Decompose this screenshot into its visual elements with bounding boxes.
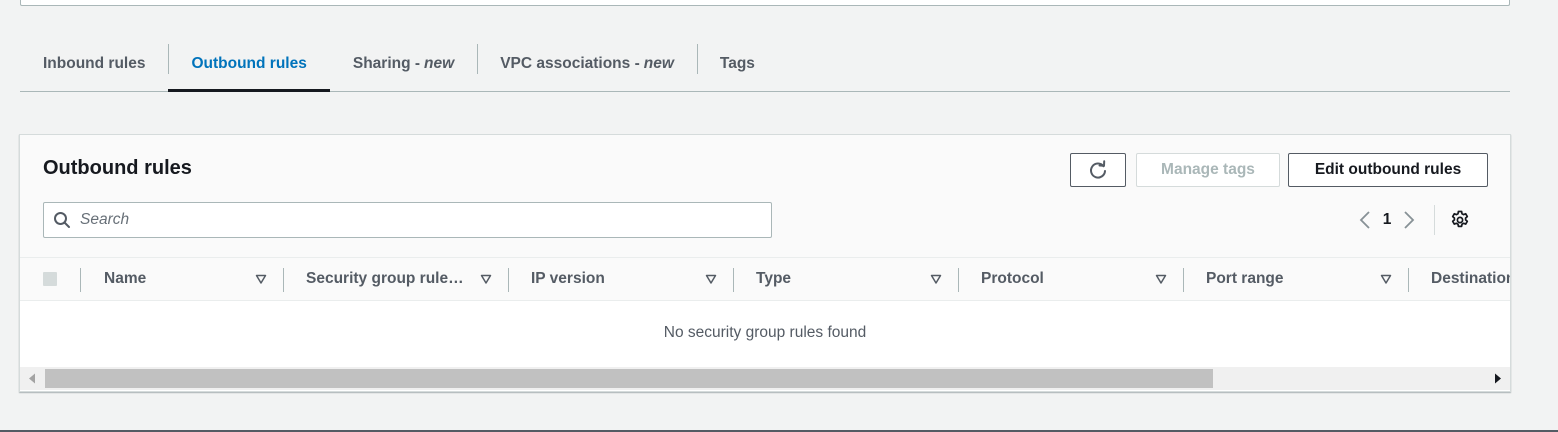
search-box <box>43 202 772 238</box>
sort-caret-down-icon[interactable] <box>480 273 492 285</box>
column-divider[interactable] <box>1408 268 1409 292</box>
column-header-security-group-rule[interactable]: Security group rule… <box>306 258 482 300</box>
pager-divider <box>1434 205 1435 235</box>
refresh-button[interactable] <box>1070 153 1126 187</box>
column-header-destination[interactable]: Destination <box>1431 258 1510 300</box>
horizontal-scrollbar[interactable] <box>20 367 1510 390</box>
tab-label: Inbound rules <box>43 54 146 72</box>
sort-caret-down-icon[interactable] <box>1380 273 1392 285</box>
manage-tags-button[interactable]: Manage tags <box>1136 153 1280 187</box>
column-divider[interactable] <box>733 268 734 292</box>
tab-inbound-rules[interactable]: Inbound rules <box>20 36 168 91</box>
table-header: Name Security group rule… IP version Typ… <box>20 257 1510 301</box>
tab-label: Outbound rules <box>191 54 307 72</box>
panel-title: Outbound rules <box>43 157 192 179</box>
scrollbar-thumb[interactable] <box>45 369 1213 388</box>
empty-state-message: No security group rules found <box>663 324 867 341</box>
outbound-rules-panel: Outbound rules Manage tags Edit outbound… <box>19 134 1511 392</box>
new-tag: new <box>643 54 674 72</box>
scroll-right-arrow-icon[interactable] <box>1494 373 1502 384</box>
tab-outbound-rules[interactable]: Outbound rules <box>168 36 331 92</box>
select-all-checkbox[interactable] <box>43 272 57 286</box>
previous-page-chevron-left-icon[interactable] <box>1350 211 1380 229</box>
sort-caret-down-icon[interactable] <box>705 273 717 285</box>
search-input[interactable] <box>80 205 771 235</box>
column-header-name[interactable]: Name <box>104 258 254 300</box>
sort-caret-down-icon[interactable] <box>930 273 942 285</box>
column-divider[interactable] <box>508 268 509 292</box>
column-header-protocol[interactable]: Protocol <box>981 258 1131 300</box>
edit-outbound-rules-button[interactable]: Edit outbound rules <box>1288 153 1488 187</box>
tab-bar: Inbound rules Outbound rules Sharing - n… <box>20 36 1510 92</box>
column-divider[interactable] <box>1183 268 1184 292</box>
scroll-left-arrow-icon[interactable] <box>28 373 36 384</box>
column-divider[interactable] <box>283 268 284 292</box>
search-icon <box>44 211 80 229</box>
new-tag: new <box>424 54 455 72</box>
sort-caret-down-icon[interactable] <box>1155 273 1167 285</box>
next-page-chevron-right-icon[interactable] <box>1394 211 1424 229</box>
column-divider[interactable] <box>958 268 959 292</box>
preferences-gear-icon[interactable] <box>1445 210 1475 230</box>
sort-caret-down-icon[interactable] <box>255 273 267 285</box>
page-number[interactable]: 1 <box>1380 211 1394 229</box>
tab-sharing[interactable]: Sharing - new <box>330 36 477 91</box>
panel-header <box>20 135 1510 257</box>
column-header-ip-version[interactable]: IP version <box>531 258 681 300</box>
tab-label: VPC associations - <box>500 54 640 72</box>
tab-label: Sharing - <box>352 54 421 72</box>
tab-label: Tags <box>719 54 755 72</box>
tab-tags[interactable]: Tags <box>696 36 778 91</box>
column-header-type[interactable]: Type <box>756 258 906 300</box>
refresh-icon <box>1090 160 1106 179</box>
column-divider <box>80 268 81 292</box>
tab-vpc-associations[interactable]: VPC associations - new <box>477 36 697 91</box>
column-header-port-range[interactable]: Port range <box>1206 258 1356 300</box>
top-panel-edge <box>20 0 1510 6</box>
pagination: 1 <box>1350 205 1475 235</box>
